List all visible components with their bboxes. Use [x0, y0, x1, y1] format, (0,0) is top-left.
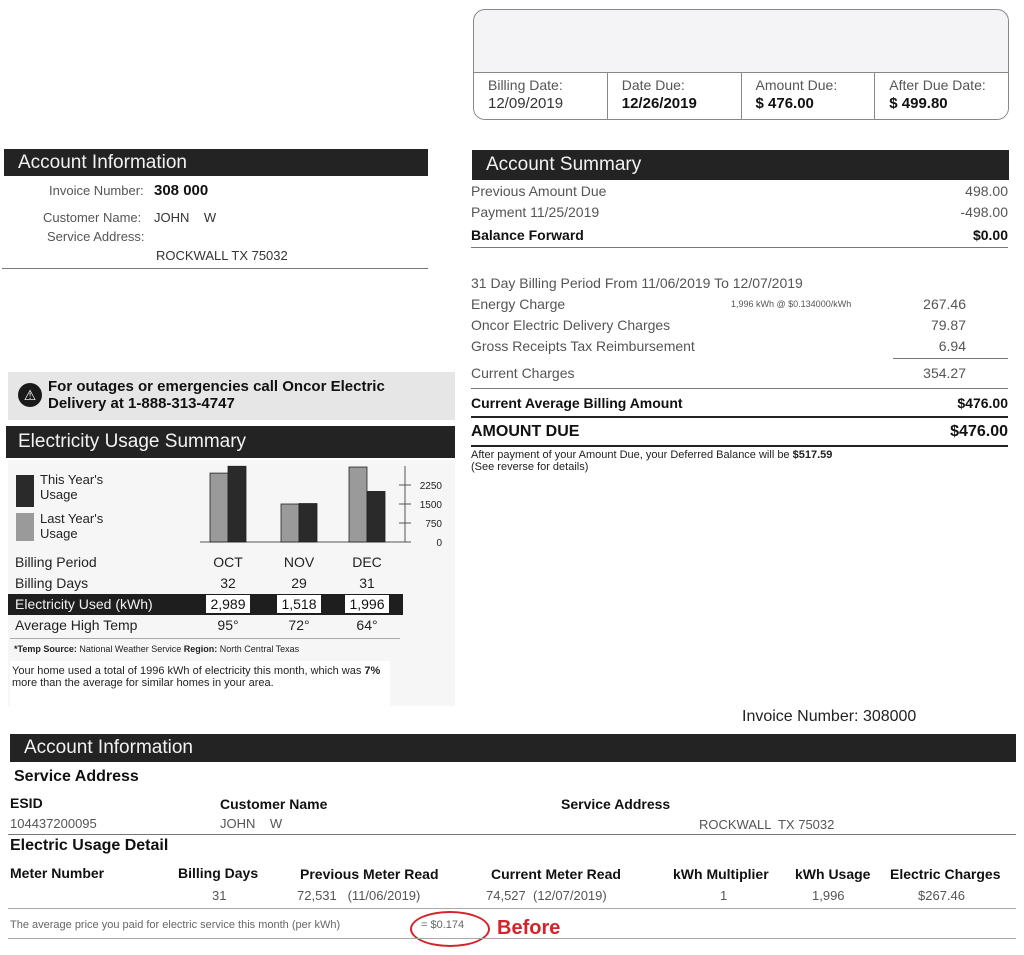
chart-tick-label: 1500 — [420, 500, 443, 511]
divider — [893, 358, 1008, 359]
energy-charge-row: Energy Charge 1,996 kWh @ $0.134000/kWh … — [471, 296, 966, 312]
deferred-balance-note: After payment of your Amount Due, your D… — [471, 449, 833, 473]
cell-kwh-multiplier: 1 — [720, 888, 728, 903]
billing-dates-box: Billing Date: 12/09/2019 Date Due: 12/26… — [473, 9, 1009, 120]
temp-source-note: *Temp Source: National Weather Service R… — [14, 644, 300, 654]
previous-amount-row: Previous Amount Due 498.00 — [471, 183, 1008, 199]
col-electric-charges: Electric Charges — [890, 866, 1001, 882]
cell-previous-read: 72,531 (11/06/2019) — [297, 888, 421, 903]
before-annotation: Before — [497, 917, 561, 939]
divider — [10, 638, 400, 639]
account-info-header: Account Information — [4, 149, 428, 176]
chart-tick-label: 0 — [436, 538, 442, 549]
current-charges-row: Current Charges 354.27 — [471, 365, 966, 381]
chart-tick-label: 750 — [425, 519, 442, 530]
account-detail-header: Account Information — [10, 734, 1016, 762]
col-previous-read: Previous Meter Read — [300, 866, 439, 882]
col-kwh-usage: kWh Usage — [795, 866, 871, 882]
customer-name-label: Customer Name — [220, 796, 328, 812]
amount-due-row: AMOUNT DUE $476.00 — [471, 423, 1008, 440]
usage-table: Billing Period OCT NOV DEC Billing Days … — [8, 552, 403, 636]
esid-label: ESID — [10, 795, 43, 811]
billing-date-cell: Billing Date: 12/09/2019 — [488, 77, 564, 112]
legend-last-year: Last Year's Usage — [40, 511, 104, 541]
cell-kwh-usage: 1,996 — [812, 888, 845, 903]
chart-bar-this-year-dec — [366, 491, 386, 543]
chart-bar-last-year-dec — [348, 466, 368, 543]
customer-name-value: JOHN W — [154, 210, 217, 225]
divider — [471, 247, 1008, 248]
divider — [8, 834, 1016, 835]
usage-summary-header: Electricity Usage Summary — [6, 426, 455, 458]
service-address-label: Service Address: — [47, 229, 145, 244]
current-average-billing-row: Current Average Billing Amount $476.00 — [471, 395, 1008, 411]
date-due-cell: Date Due: 12/26/2019 — [606, 73, 741, 119]
divider — [471, 388, 1008, 389]
invoice-number-label: Invoice Number: — [49, 183, 144, 198]
amount-due-cell: Amount Due: $ 476.00 — [740, 73, 875, 119]
chart-bar-this-year-oct — [227, 465, 247, 543]
service-address-label: Service Address — [561, 796, 671, 812]
oncor-delivery-row: Oncor Electric Delivery Charges 79.87 — [471, 317, 966, 333]
cell-current-read: 74,527 (12/07/2019) — [486, 888, 607, 903]
chart-bar-this-year-nov — [298, 503, 318, 543]
usage-comparison-note: Your home used a total of 1996 kWh of el… — [12, 665, 381, 689]
col-billing-days: Billing Days — [178, 865, 259, 881]
service-address-value: ROCKWALL TX 75032 — [699, 817, 835, 832]
col-kwh-multiplier: kWh Multiplier — [673, 866, 769, 882]
electricity-used-row: Electricity Used (kWh) 2,989 1,518 1,996 — [8, 594, 403, 615]
customer-name-label: Customer Name: — [43, 210, 142, 225]
divider — [2, 268, 428, 269]
highlight-circle — [410, 911, 490, 947]
esid-value: 104437200095 — [10, 816, 97, 831]
divider — [8, 938, 1016, 939]
outage-notice: ⚠ For outages or emergencies call Oncor … — [8, 372, 455, 420]
gross-receipts-row: Gross Receipts Tax Reimbursement 6.94 — [471, 338, 966, 354]
billing-days-row: Billing Days 32 29 31 — [15, 575, 375, 591]
chart-bar-last-year-oct — [209, 472, 229, 543]
legend-swatch-this-year — [16, 475, 34, 507]
after-due-date-cell: After Due Date: $ 499.80 — [874, 73, 1008, 119]
col-current-read: Current Meter Read — [491, 866, 621, 882]
divider — [8, 908, 1016, 909]
customer-name-value: JOHN W — [220, 816, 283, 831]
invoice-number-line: Invoice Number: 308000 — [742, 708, 917, 725]
average-high-temp-row: Average High Temp 95° 72° 64° — [15, 617, 378, 633]
cell-billing-days: 31 — [212, 888, 227, 903]
divider — [471, 445, 1008, 447]
balance-forward-row: Balance Forward $0.00 — [471, 227, 1008, 243]
payment-row: Payment 11/25/2019 -498.00 — [471, 204, 1008, 220]
account-summary-header: Account Summary — [472, 150, 1009, 180]
invoice-number-value: 308 000 — [154, 182, 209, 199]
billing-period-row: Billing Period OCT NOV DEC — [15, 554, 382, 570]
service-address-heading: Service Address — [14, 768, 139, 785]
cell-electric-charges: $267.46 — [918, 888, 965, 903]
col-meter-number: Meter Number — [10, 865, 105, 881]
legend-this-year: This Year's Usage — [40, 472, 104, 502]
divider — [471, 416, 1008, 418]
usage-detail-heading: Electric Usage Detail — [10, 837, 169, 854]
chart-bar-last-year-nov — [280, 503, 300, 543]
average-price-text: The average price you paid for electric … — [10, 919, 341, 931]
warning-icon: ⚠ — [18, 383, 42, 407]
chart-tick-label: 2250 — [420, 481, 443, 492]
billing-period-row: 31 Day Billing Period From 11/06/2019 To… — [471, 275, 803, 291]
service-address-value: ROCKWALL TX 75032 — [156, 248, 288, 263]
usage-bar-chart: 2250 1500 750 0 — [200, 465, 443, 549]
legend-swatch-last-year — [16, 513, 34, 541]
